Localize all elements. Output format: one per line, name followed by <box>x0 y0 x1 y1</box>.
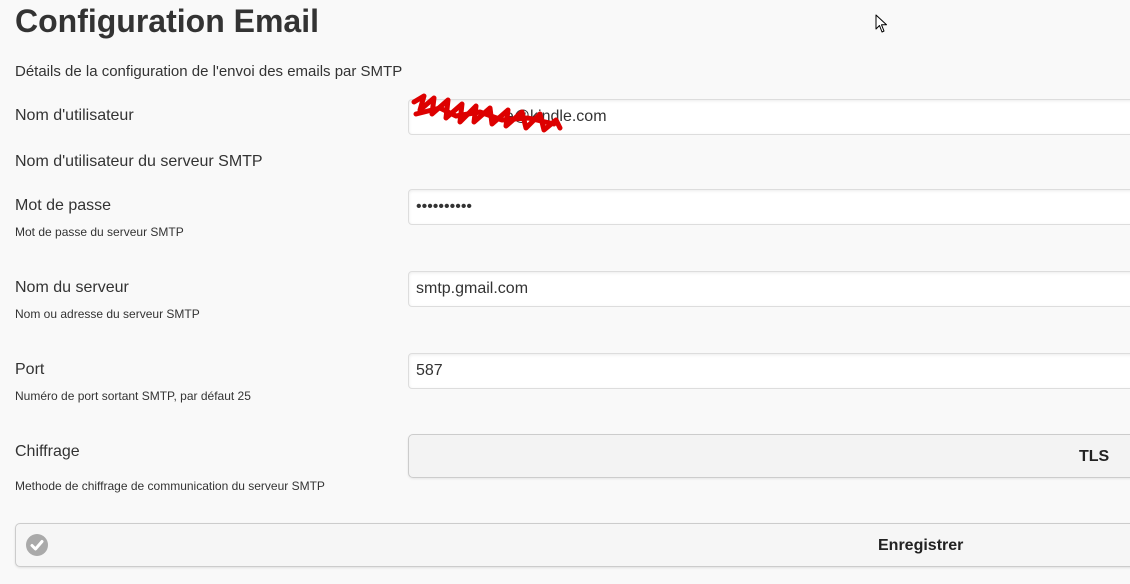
server-label: Nom du serveur <box>15 279 129 296</box>
server-field[interactable] <box>408 271 1130 307</box>
page-title: Configuration Email <box>15 3 319 39</box>
port-help: Numéro de port sortant SMTP, par défaut … <box>15 389 251 403</box>
username-field[interactable] <box>408 99 1130 135</box>
username-help: Nom d'utilisateur du serveur SMTP <box>15 153 263 170</box>
page-subtitle: Détails de la configuration de l'envoi d… <box>15 63 403 80</box>
password-help: Mot de passe du serveur SMTP <box>15 225 184 239</box>
check-circle-icon <box>26 534 48 556</box>
server-help: Nom ou adresse du serveur SMTP <box>15 307 200 321</box>
encryption-selected-value: TLS <box>1079 448 1110 465</box>
save-button-label: Enregistrer <box>878 537 964 554</box>
encryption-label: Chiffrage <box>15 443 80 460</box>
password-label: Mot de passe <box>15 197 112 214</box>
save-button[interactable]: Enregistrer <box>15 523 1130 567</box>
port-field[interactable] <box>408 353 1130 389</box>
encryption-help: Methode de chiffrage de communication du… <box>15 479 325 493</box>
username-label: Nom d'utilisateur <box>15 107 134 124</box>
mouse-cursor-icon <box>875 14 887 33</box>
password-field[interactable] <box>408 189 1130 225</box>
port-label: Port <box>15 361 45 378</box>
encryption-select[interactable]: TLS <box>408 434 1130 478</box>
